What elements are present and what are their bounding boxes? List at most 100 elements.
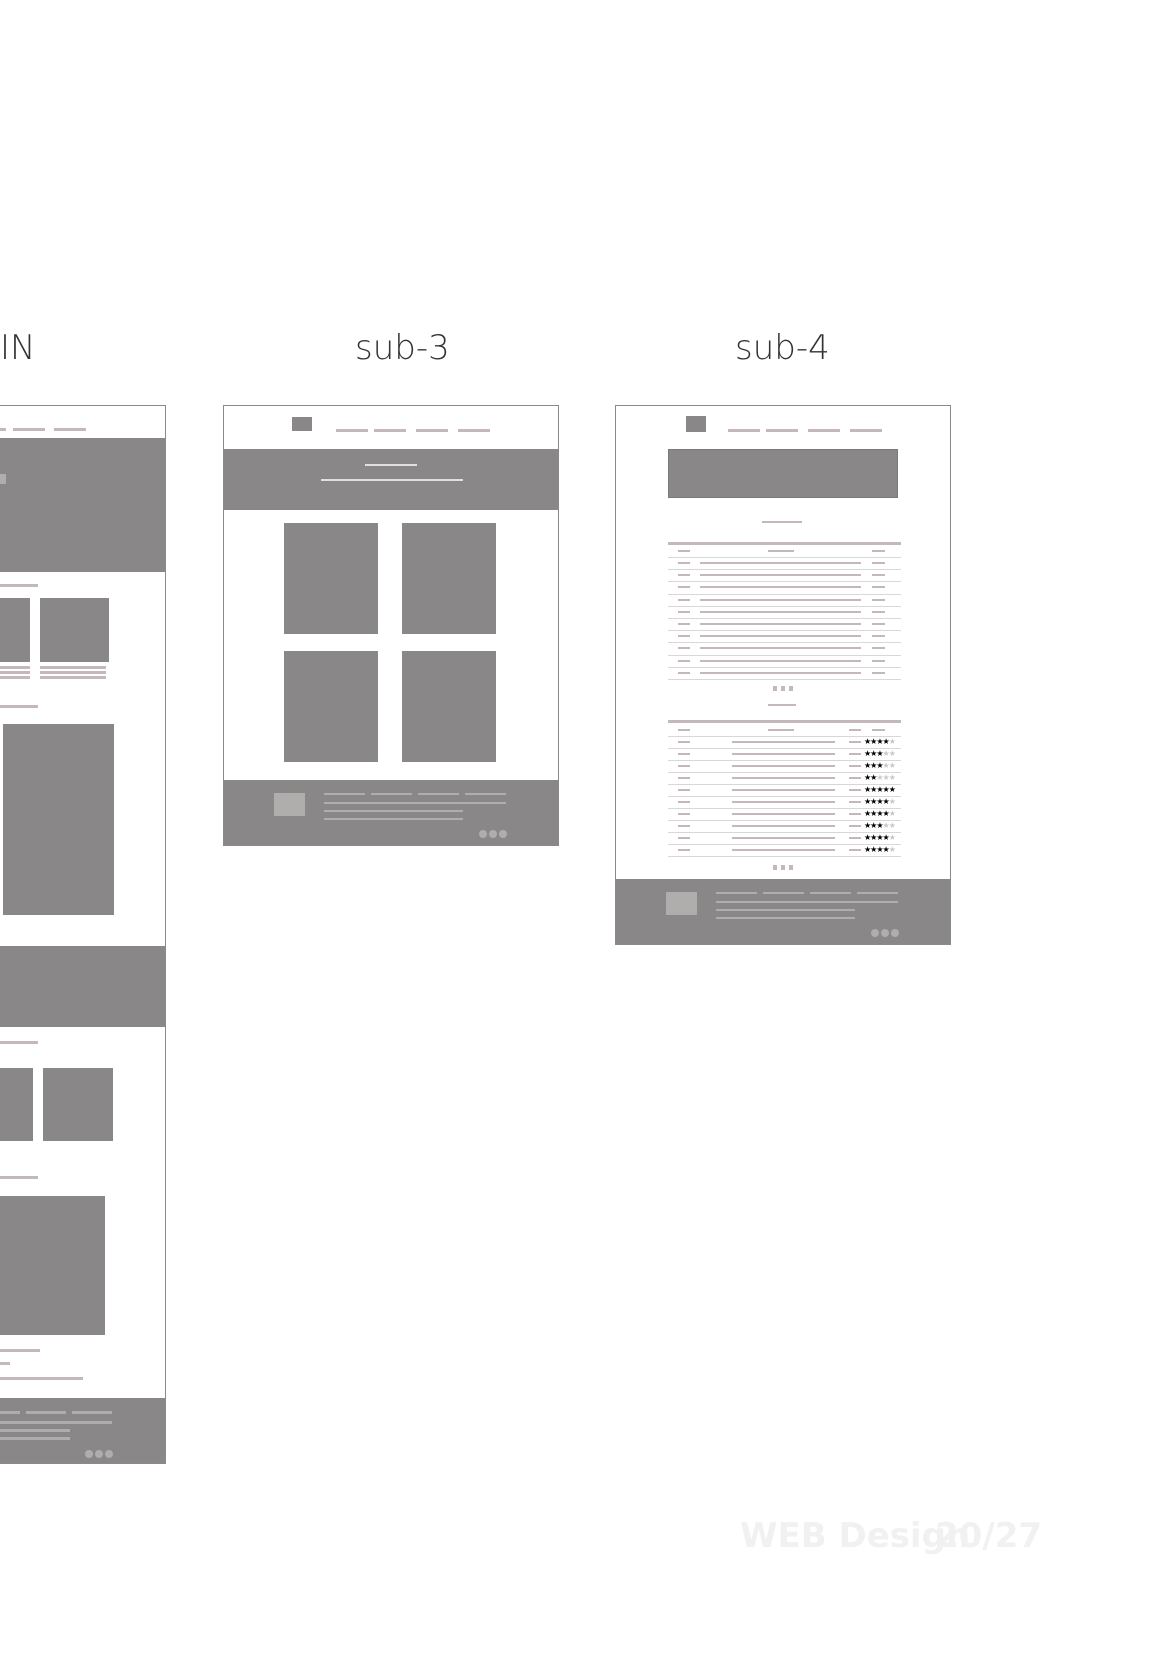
- table1-row-rule: [668, 593, 901, 595]
- star-empty-icon: ★: [888, 833, 896, 842]
- table1-row-rule: [668, 605, 901, 607]
- wireframe-sub-3: [223, 405, 559, 846]
- table1-row-rule: [668, 679, 901, 680]
- main-section-title: [0, 1041, 38, 1044]
- main-nav-line: [0, 428, 6, 431]
- main-card-text: [40, 666, 106, 669]
- sub3-footer-line: [324, 793, 365, 795]
- sub4-pagination-1: [781, 686, 785, 691]
- table1-top-rule: [668, 542, 901, 545]
- main-text-line: [0, 1362, 10, 1365]
- sub3-nav-line: [374, 429, 406, 432]
- sub3-nav-line: [336, 429, 368, 432]
- sub4-nav-line: [728, 429, 760, 432]
- table1-row-cell: [678, 635, 690, 638]
- table1-row-cell: [678, 610, 690, 613]
- sub4-table2-title: [768, 704, 796, 706]
- table1-row-cell: [678, 562, 690, 564]
- table1-row-cell: [700, 574, 861, 577]
- table1-row-cell: [700, 623, 861, 625]
- star-empty-icon: ★: [888, 845, 896, 854]
- sub4-footer-line: [763, 892, 804, 894]
- sub3-nav-line: [416, 429, 448, 432]
- sub3-hero-title: [365, 464, 417, 466]
- table1-row-cell: [872, 659, 885, 662]
- table1-row-rule: [668, 581, 901, 583]
- table1-row-cell: [678, 659, 690, 662]
- table1-row-cell: [678, 671, 690, 674]
- table1-header-cell: [872, 550, 885, 552]
- table2-row-cell: [849, 777, 861, 779]
- sub3-nav-line: [458, 429, 490, 432]
- table1-row-cell: [872, 562, 885, 564]
- table1-row-rule: [668, 618, 901, 619]
- table1-row-cell: [700, 647, 861, 650]
- wireframe-sub-4: ★★★★★ ★★★★★ ★★★★★ ★★★★★ ★★★★★ ★★★★★ ★★★★★ ★★★★★…: [615, 405, 951, 945]
- main-text-line: [0, 1349, 40, 1352]
- table1-row-rule: [668, 630, 901, 632]
- table2-row-cell: [849, 753, 861, 755]
- rating-stars-icon: ★★★★★: [864, 845, 896, 854]
- table2-row-cell: [732, 813, 835, 815]
- main-text-line: [0, 1377, 83, 1380]
- table2-row-cell: [732, 801, 835, 803]
- sub3-footer-dot: [479, 830, 487, 838]
- table2-row-cell: [678, 813, 690, 815]
- sub3-footer-line: [418, 793, 459, 795]
- sub3-footer-line: [324, 818, 463, 820]
- table1-row-cell: [872, 647, 885, 650]
- table2-row-cell: [849, 801, 861, 803]
- table2-row-rule: [668, 856, 901, 857]
- table1-row-rule: [668, 569, 901, 571]
- rating-stars-icon: ★★★★★: [864, 737, 896, 746]
- table2-row-cell: [678, 837, 690, 839]
- sub3-footer-line: [324, 802, 506, 804]
- main-hero-mark: [0, 474, 6, 484]
- table2-row-cell: [732, 837, 835, 839]
- table2-row-cell: [678, 741, 690, 743]
- table1-row-cell: [872, 586, 885, 589]
- table2-row-cell: [849, 789, 861, 791]
- sub3-footer-line: [465, 793, 506, 795]
- rating-stars-icon: ★★★★★: [864, 762, 896, 770]
- table1-row-cell: [700, 586, 861, 589]
- table2-row-cell: [732, 789, 835, 791]
- table1-row-cell: [872, 574, 885, 577]
- main-card-image: [0, 1068, 33, 1141]
- star-empty-icon: ★: [888, 737, 896, 746]
- rating-stars-icon: ★★★★★: [864, 750, 896, 758]
- table1-row-cell: [678, 598, 690, 601]
- sub3-footer-dot: [499, 830, 507, 838]
- table1-row-cell: [872, 635, 885, 638]
- table1-row-cell: [700, 635, 861, 638]
- main-card-text: [0, 666, 30, 669]
- rating-stars-icon: ★★★★★: [864, 798, 896, 806]
- sub3-footer-logo: [274, 793, 305, 816]
- sub4-footer-line: [716, 892, 757, 894]
- main-section-title: [0, 1176, 38, 1179]
- sub4-nav-line: [808, 429, 840, 432]
- table1-row-rule: [668, 557, 901, 558]
- table1-row-cell: [678, 647, 690, 650]
- sub4-footer-line: [716, 909, 855, 911]
- sub4-pagination-1: [773, 686, 777, 691]
- star-empty-icon: ★: [888, 821, 896, 830]
- main-feature-image: [3, 724, 114, 915]
- table2-row-cell: [732, 765, 835, 767]
- sub4-pagination-2: [789, 865, 793, 870]
- sub3-grid-image: [284, 651, 378, 762]
- table2-row-cell: [678, 765, 690, 767]
- table2-row-cell: [732, 777, 835, 779]
- sub3-hero-subtitle: [321, 479, 463, 481]
- main-nav-line: [13, 428, 45, 431]
- table2-header-cell: [849, 729, 861, 731]
- main-nav-line: [54, 428, 86, 431]
- table2-header-cell: [678, 729, 690, 731]
- table2-row-cell: [849, 813, 861, 815]
- wireframe-main: [0, 405, 166, 1464]
- sub4-banner: [668, 449, 898, 498]
- table2-row-cell: [849, 741, 861, 743]
- rating-stars-icon: ★★★★★: [864, 810, 896, 818]
- main-section-title: [0, 584, 38, 587]
- wireframe-label-main: IN: [0, 328, 36, 368]
